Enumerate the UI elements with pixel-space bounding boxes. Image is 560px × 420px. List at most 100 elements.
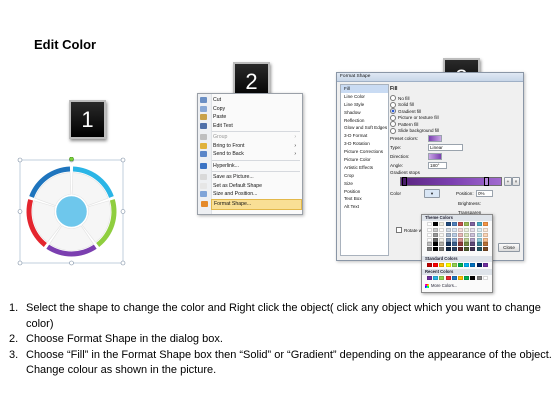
color-swatch[interactable]: [457, 276, 463, 280]
color-swatch[interactable]: [457, 263, 463, 267]
direction-dropdown[interactable]: [428, 153, 442, 160]
radio-button[interactable]: [390, 114, 396, 121]
color-swatch[interactable]: [439, 222, 445, 226]
ring-shape[interactable]: [17, 156, 126, 266]
nav-item-artistic-effects[interactable]: Artistic Effects: [341, 164, 388, 172]
remove-stop-button[interactable]: ×: [512, 177, 520, 186]
nav-item-size[interactable]: Size: [341, 180, 388, 188]
nav-item-3d-format[interactable]: 3-D Format: [341, 132, 388, 140]
radio-button[interactable]: [390, 95, 396, 101]
color-swatch[interactable]: [433, 263, 439, 267]
nav-item-crop[interactable]: Crop: [341, 172, 388, 180]
color-swatch[interactable]: [445, 237, 451, 242]
menu-item-save-as-picture[interactable]: Save as Picture...: [200, 173, 302, 182]
color-swatch[interactable]: [433, 232, 439, 237]
color-swatch[interactable]: [482, 242, 488, 247]
color-swatch[interactable]: [464, 232, 470, 237]
radio-button[interactable]: [390, 101, 396, 108]
rotate-with-shape[interactable]: Rotate w: [396, 227, 422, 233]
color-swatch[interactable]: [470, 247, 476, 252]
color-swatch[interactable]: [445, 263, 451, 267]
menu-item-group[interactable]: Group ›: [200, 133, 302, 142]
color-swatch[interactable]: [464, 247, 470, 252]
menu-item-paste[interactable]: Paste: [200, 113, 302, 122]
color-swatch[interactable]: [482, 247, 488, 252]
color-swatch[interactable]: [482, 232, 488, 237]
color-swatch[interactable]: [482, 263, 488, 267]
color-swatch[interactable]: [464, 276, 470, 280]
close-button[interactable]: Close: [498, 243, 520, 252]
color-swatch[interactable]: [470, 242, 476, 247]
color-swatch[interactable]: [470, 237, 476, 242]
color-swatch[interactable]: [470, 232, 476, 237]
color-swatch[interactable]: [433, 242, 439, 247]
color-swatch[interactable]: [439, 263, 445, 267]
color-swatch[interactable]: [445, 242, 451, 247]
add-stop-button[interactable]: +: [504, 177, 512, 186]
color-swatch[interactable]: [439, 276, 445, 280]
color-swatch[interactable]: [476, 237, 482, 242]
color-swatch[interactable]: [433, 276, 439, 280]
color-swatch[interactable]: [427, 228, 432, 232]
color-swatch[interactable]: [476, 263, 482, 267]
color-swatch[interactable]: [482, 228, 488, 232]
color-swatch[interactable]: [476, 242, 482, 247]
color-swatch[interactable]: [433, 228, 439, 232]
position-input[interactable]: 0%: [476, 190, 493, 197]
color-swatch[interactable]: [451, 222, 457, 226]
more-colors-item[interactable]: More Colors...: [425, 283, 457, 288]
radio-button[interactable]: [390, 127, 396, 134]
nav-item-text-box[interactable]: Text Box: [341, 195, 388, 203]
color-swatch[interactable]: [482, 276, 488, 280]
color-swatch[interactable]: [464, 242, 470, 247]
rotate-handle[interactable]: [69, 156, 74, 162]
color-swatch[interactable]: [451, 263, 457, 267]
color-swatch[interactable]: [439, 247, 445, 252]
menu-item-bring-to-front[interactable]: Bring to Front ›: [200, 142, 302, 151]
nav-item-glow[interactable]: Glow and Soft Edges: [341, 124, 388, 132]
gradient-stop-handle[interactable]: [402, 177, 407, 186]
fill-option-gradient[interactable]: Gradient fill: [390, 108, 421, 114]
type-select[interactable]: Linear: [428, 144, 463, 151]
menu-item-size-position[interactable]: Size and Position...: [200, 190, 302, 199]
color-swatch[interactable]: [457, 232, 463, 237]
nav-item-fill[interactable]: Fill: [341, 85, 388, 93]
color-swatch[interactable]: [451, 242, 457, 247]
color-swatch[interactable]: [433, 237, 439, 242]
color-swatch[interactable]: [457, 228, 463, 232]
gradient-stop-handle[interactable]: [484, 177, 489, 186]
color-swatch[interactable]: [439, 237, 445, 242]
color-swatch[interactable]: [439, 228, 445, 232]
menu-item-copy[interactable]: Copy: [200, 105, 302, 114]
color-swatch[interactable]: [457, 242, 463, 247]
fill-option-solid[interactable]: Solid fill: [390, 101, 414, 108]
nav-item-reflection[interactable]: Reflection: [341, 117, 388, 125]
checkbox[interactable]: [396, 227, 402, 233]
color-swatch[interactable]: [451, 247, 457, 252]
color-swatch[interactable]: [433, 247, 439, 252]
color-swatch[interactable]: [457, 222, 463, 226]
color-swatch[interactable]: [445, 232, 451, 237]
color-swatch[interactable]: [439, 242, 445, 247]
color-swatch[interactable]: [476, 232, 482, 237]
color-swatch[interactable]: [433, 222, 439, 226]
color-swatch[interactable]: [464, 222, 470, 226]
menu-item-format-shape[interactable]: Format Shape...: [201, 199, 302, 210]
color-swatch[interactable]: [451, 237, 457, 242]
color-swatch[interactable]: [470, 276, 476, 280]
color-swatch[interactable]: [445, 228, 451, 232]
color-swatch[interactable]: [464, 263, 470, 267]
color-swatch[interactable]: [476, 276, 482, 280]
color-swatch[interactable]: [445, 276, 451, 280]
color-swatch[interactable]: [445, 247, 451, 252]
fill-option-slide-bg[interactable]: Slide background fill: [390, 127, 439, 134]
preset-colors-dropdown[interactable]: [428, 135, 442, 142]
color-picker-button[interactable]: ▾: [424, 189, 440, 198]
color-swatch[interactable]: [427, 247, 432, 252]
color-swatch[interactable]: [457, 237, 463, 242]
color-swatch[interactable]: [482, 222, 488, 226]
color-swatch[interactable]: [476, 247, 482, 252]
color-swatch[interactable]: [439, 232, 445, 237]
menu-item-hyperlink[interactable]: Hyperlink...: [200, 162, 302, 171]
center-circle[interactable]: [54, 194, 89, 229]
